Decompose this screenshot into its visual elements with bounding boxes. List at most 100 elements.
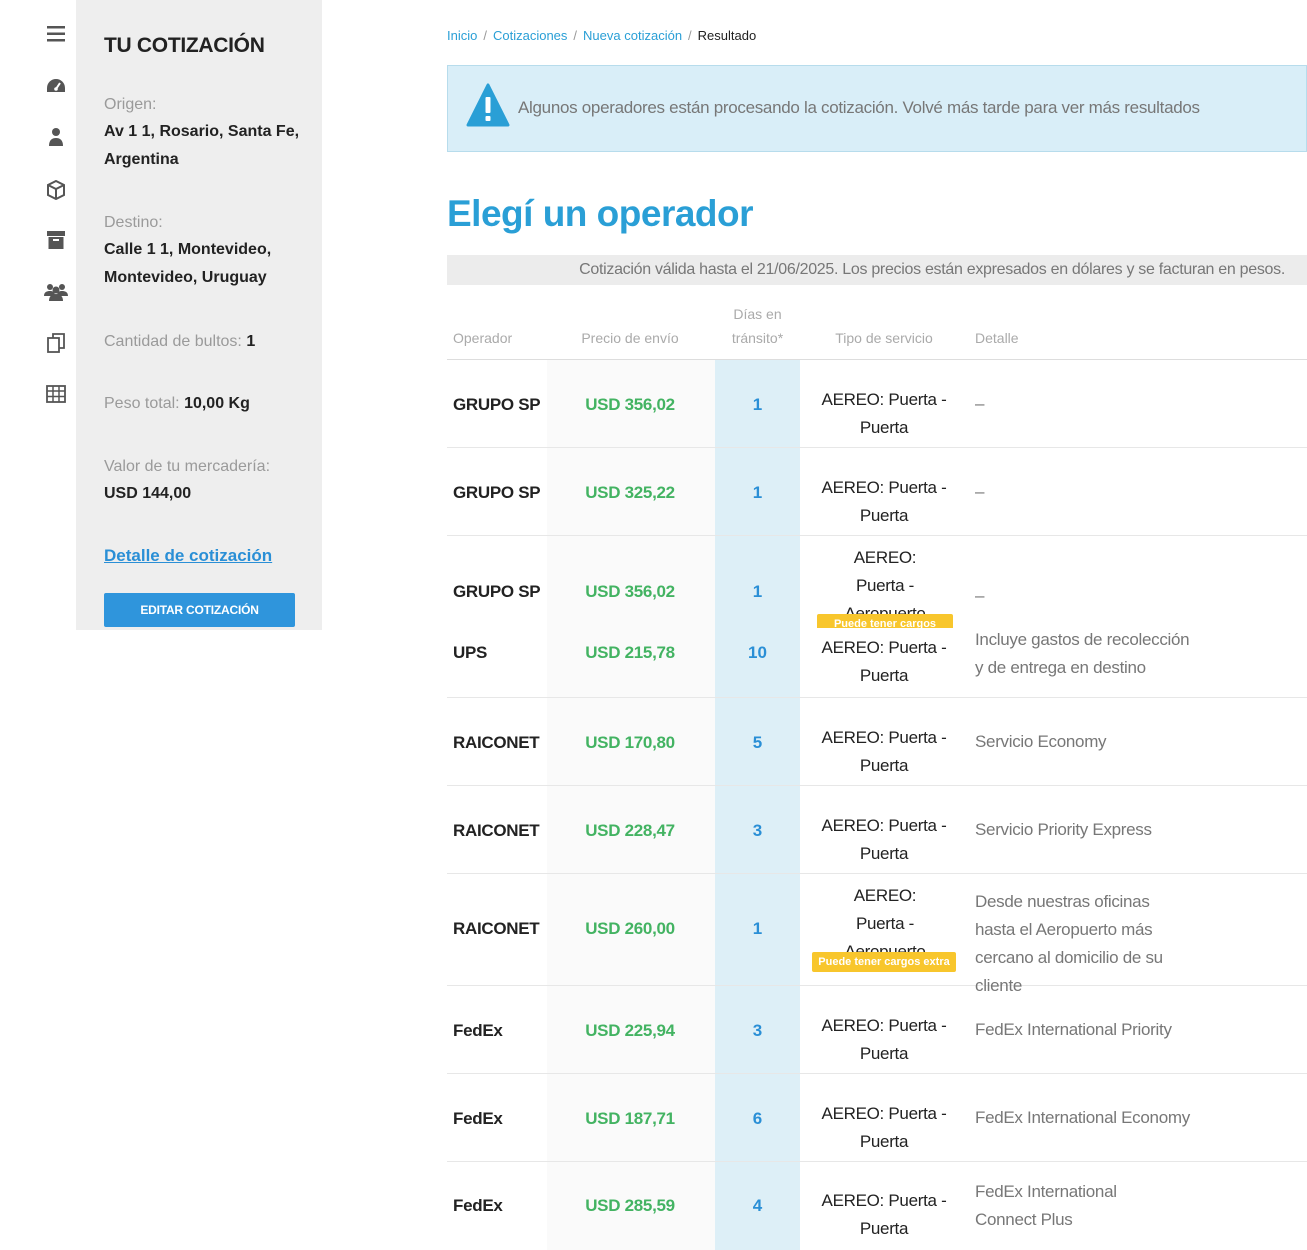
- service-detail: FedEx International Economy: [975, 1108, 1190, 1127]
- service-detail: Desde nuestras oficinas hasta el Aeropue…: [975, 892, 1163, 995]
- quote-summary-panel: TU COTIZACIÓN Origen: Av 1 1, Rosario, S…: [76, 0, 322, 630]
- edit-quote-button[interactable]: EDITAR COTIZACIÓN: [104, 593, 295, 627]
- packages-label: Cantidad de bultos:: [104, 333, 242, 350]
- archive-icon[interactable]: [44, 228, 68, 252]
- service-type: AEREO: Puerta - Puerta: [821, 1016, 947, 1063]
- user-icon[interactable]: [44, 125, 68, 149]
- header-days-line2: tránsito*: [731, 330, 784, 346]
- icon-rail: [0, 0, 76, 630]
- breadcrumb: Inicio / Cotizaciones / Nueva cotización / Res…: [447, 28, 756, 43]
- box-icon[interactable]: [44, 178, 68, 202]
- service-type: AEREO: Puerta - Puerta: [821, 1104, 947, 1151]
- extra-charges-badge-wrap: Puede tener cargos extra: [800, 952, 968, 972]
- goods-value-label: Valor de tu mercadería:: [104, 458, 271, 475]
- transit-days: 6: [752, 1109, 763, 1128]
- copy-icon[interactable]: [44, 331, 68, 355]
- price-cell-bg: [547, 536, 715, 697]
- transit-days: 3: [752, 1021, 763, 1040]
- packages-row: Cantidad de bultos: 1: [104, 328, 304, 356]
- service-type: AEREO: Puerta - Puerta: [821, 390, 947, 437]
- origin-label: Origen:: [104, 96, 157, 113]
- transit-days: 10: [748, 643, 767, 662]
- alert-message: Algunos operadores están procesando la c…: [518, 98, 1200, 117]
- page-title: Elegí un operador: [447, 193, 754, 234]
- table-row[interactable]: RAICONET USD 260,00 1 AEREO: Puerta - Ae…: [447, 874, 1307, 995]
- transit-days: 1: [752, 483, 763, 502]
- operator-name: GRUPO SP: [453, 582, 541, 601]
- shipping-price: USD 225,94: [585, 1021, 675, 1040]
- breadcrumb-current: Resultado: [697, 28, 757, 43]
- table-row[interactable]: GRUPO SP USD 356,02 1 AEREO: Puerta - Pu…: [447, 360, 1307, 448]
- table-row[interactable]: GRUPO SP USD 325,22 1 AEREO: Puerta - Pu…: [447, 448, 1307, 536]
- header-detail: Detalle: [975, 330, 1019, 346]
- service-type: AEREO: Puerta - Puerta: [821, 478, 947, 525]
- operator-name: GRUPO SP: [453, 395, 541, 414]
- shipping-price: USD 215,78: [585, 643, 675, 662]
- breadcrumb-new-quote[interactable]: Nueva cotización: [583, 28, 682, 43]
- header-price: Precio de envío: [581, 330, 679, 346]
- transit-days: 1: [752, 582, 763, 601]
- origin-value: Av 1 1, Rosario, Santa Fe, Argentina: [104, 123, 300, 168]
- operator-name: FedEx: [453, 1109, 503, 1128]
- transit-days: 4: [752, 1196, 763, 1215]
- shipping-price: USD 356,02: [585, 395, 675, 414]
- extra-charges-badge: Puede tener cargos extra: [817, 614, 953, 628]
- service-detail: –: [975, 482, 985, 501]
- shipping-price: USD 356,02: [585, 582, 675, 601]
- breadcrumb-home[interactable]: Inicio: [447, 28, 477, 43]
- service-type: AEREO: Puerta - Puerta: [821, 638, 947, 685]
- operator-name: RAICONET: [453, 733, 540, 752]
- table-row[interactable]: FedEx USD 225,94 3 AEREO: Puerta - Puert…: [447, 986, 1307, 1074]
- operator-name: GRUPO SP: [453, 483, 541, 502]
- operator-name: RAICONET: [453, 919, 540, 938]
- menu-icon[interactable]: [44, 22, 68, 46]
- quote-detail-link[interactable]: Detalle de cotización: [104, 546, 272, 566]
- extra-charges-badge-wrap: Puede tener cargos extra: [817, 614, 953, 628]
- operator-name: FedEx: [453, 1196, 503, 1215]
- breadcrumb-separator: /: [573, 28, 578, 43]
- users-icon[interactable]: [44, 280, 68, 304]
- packages-value: 1: [246, 333, 256, 350]
- shipping-price: USD 187,71: [585, 1109, 675, 1128]
- shipping-price: USD 285,59: [585, 1196, 675, 1215]
- dashboard-icon[interactable]: [44, 74, 68, 98]
- destination-label: Destino:: [104, 214, 163, 231]
- operator-name: FedEx: [453, 1021, 503, 1040]
- weight-value: 10,00 Kg: [184, 395, 250, 412]
- goods-value: USD 144,00: [104, 485, 192, 502]
- service-detail: FedEx International Priority: [975, 1020, 1172, 1039]
- processing-alert: Algunos operadores están procesando la c…: [447, 65, 1307, 152]
- service-type: AEREO: Puerta - Puerta: [821, 728, 947, 775]
- table-row[interactable]: FedEx USD 285,59 4 AEREO: Puerta - Puert…: [447, 1162, 1307, 1250]
- warning-icon: [466, 83, 510, 129]
- table-header: Operador Precio de envío Días en tránsit…: [447, 302, 1307, 360]
- operator-name: UPS: [453, 643, 488, 662]
- table-row[interactable]: RAICONET USD 228,47 3 AEREO: Puerta - Pu…: [447, 786, 1307, 874]
- service-detail: –: [975, 586, 985, 605]
- service-type: AEREO: Puerta - Puerta: [821, 816, 947, 863]
- table-row[interactable]: FedEx USD 187,71 6 AEREO: Puerta - Puert…: [447, 1074, 1307, 1162]
- service-detail: FedEx International Connect Plus: [975, 1182, 1117, 1229]
- breadcrumb-quotes[interactable]: Cotizaciones: [493, 28, 567, 43]
- summary-title: TU COTIZACIÓN: [104, 34, 265, 57]
- operator-name: RAICONET: [453, 821, 540, 840]
- table-row[interactable]: GRUPO SP USD 356,02 1 AEREO: Puerta - Ae…: [447, 536, 1307, 698]
- service-detail: Incluye gastos de recolección y de entre…: [975, 630, 1190, 677]
- transit-days: 5: [752, 733, 763, 752]
- header-service: Tipo de servicio: [835, 330, 933, 346]
- shipping-price: USD 170,80: [585, 733, 675, 752]
- service-detail: Servicio Economy: [975, 732, 1107, 751]
- header-operator: Operador: [453, 330, 513, 346]
- transit-days: 1: [752, 395, 763, 414]
- shipping-price: USD 260,00: [585, 919, 675, 938]
- transit-days: 1: [752, 919, 763, 938]
- extra-charges-badge: Puede tener cargos extra: [812, 952, 956, 972]
- service-detail: Servicio Priority Express: [975, 820, 1152, 839]
- weight-row: Peso total: 10,00 Kg: [104, 390, 304, 418]
- breadcrumb-separator: /: [483, 28, 487, 43]
- breadcrumb-separator: /: [688, 28, 692, 43]
- table-row[interactable]: RAICONET USD 170,80 5 AEREO: Puerta - Pu…: [447, 698, 1307, 786]
- service-detail: –: [975, 394, 985, 413]
- table-icon[interactable]: [44, 382, 68, 406]
- destination-value: Calle 1 1, Montevideo, Montevideo, Urugu…: [104, 241, 272, 286]
